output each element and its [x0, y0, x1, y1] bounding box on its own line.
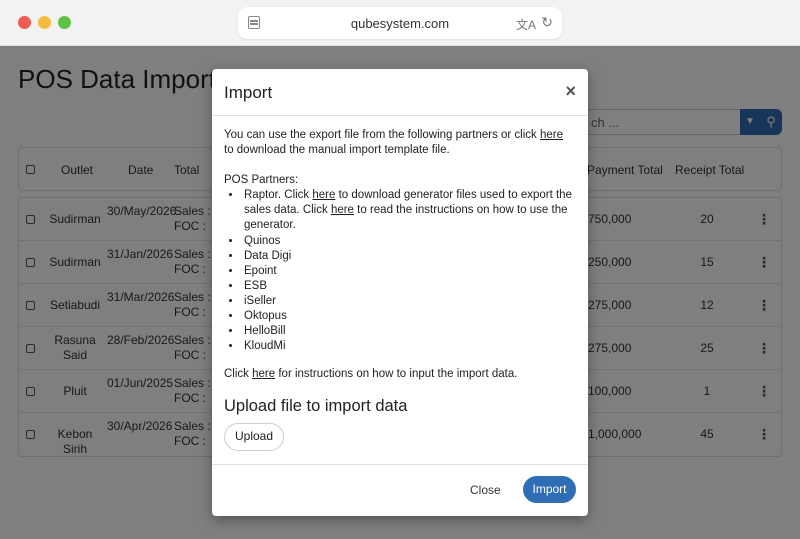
reload-icon[interactable]: ↻	[541, 14, 553, 31]
dialog-body: You can use the export file from the fol…	[224, 128, 574, 451]
partner-item: iSeller	[242, 294, 574, 309]
partner-item-raptor: Raptor. Click here to download generator…	[242, 188, 574, 233]
browser-toolbar: qubesystem.com 文A ↻	[0, 0, 800, 46]
dialog-title: Import	[224, 83, 273, 102]
partner-item: Oktopus	[242, 309, 574, 324]
import-instructions-link[interactable]: here	[252, 368, 275, 380]
close-window-button[interactable]	[18, 16, 31, 29]
partners-heading: POS Partners:	[224, 174, 299, 187]
import-button[interactable]: Import	[523, 476, 576, 503]
partner-item: HelloBill	[242, 324, 574, 339]
maximize-window-button[interactable]	[58, 16, 71, 29]
dialog-footer: Close Import	[212, 464, 588, 516]
partners-list: Raptor. Click here to download generator…	[242, 188, 574, 354]
instr-text-part: for instructions on how to input the imp…	[275, 368, 518, 381]
upload-button[interactable]: Upload	[224, 423, 285, 451]
intro-text-part: You can use the export file from the fol…	[224, 129, 540, 141]
close-button[interactable]: Close	[470, 483, 501, 497]
instr-text-part: Click	[224, 368, 253, 381]
partner-item: Quinos	[242, 234, 574, 249]
partner-item: KloudMi	[242, 339, 574, 354]
intro-text-part: to download the manual import template f…	[224, 144, 450, 157]
close-icon[interactable]: ×	[565, 81, 576, 102]
upload-heading: Upload file to import data	[224, 397, 408, 416]
url-text[interactable]: qubesystem.com	[238, 16, 562, 31]
template-download-link[interactable]: here	[540, 129, 563, 141]
translate-icon[interactable]: 文A	[516, 16, 536, 33]
raptor-text: Raptor. Click	[244, 189, 313, 202]
import-dialog: Import × You can use the export file fro…	[212, 69, 588, 516]
import-instructions-text: Click here for instructions on how to in…	[224, 367, 574, 382]
partner-item: Epoint	[242, 264, 574, 279]
intro-text: You can use the export file from the fol…	[224, 128, 574, 158]
partner-item: ESB	[242, 279, 574, 294]
dialog-header: Import ×	[212, 69, 588, 116]
generator-download-link[interactable]: here	[312, 189, 335, 201]
partner-item: Data Digi	[242, 249, 574, 264]
address-bar[interactable]: qubesystem.com 文A ↻	[238, 7, 562, 39]
generator-instructions-link[interactable]: here	[331, 204, 354, 216]
minimize-window-button[interactable]	[38, 16, 51, 29]
